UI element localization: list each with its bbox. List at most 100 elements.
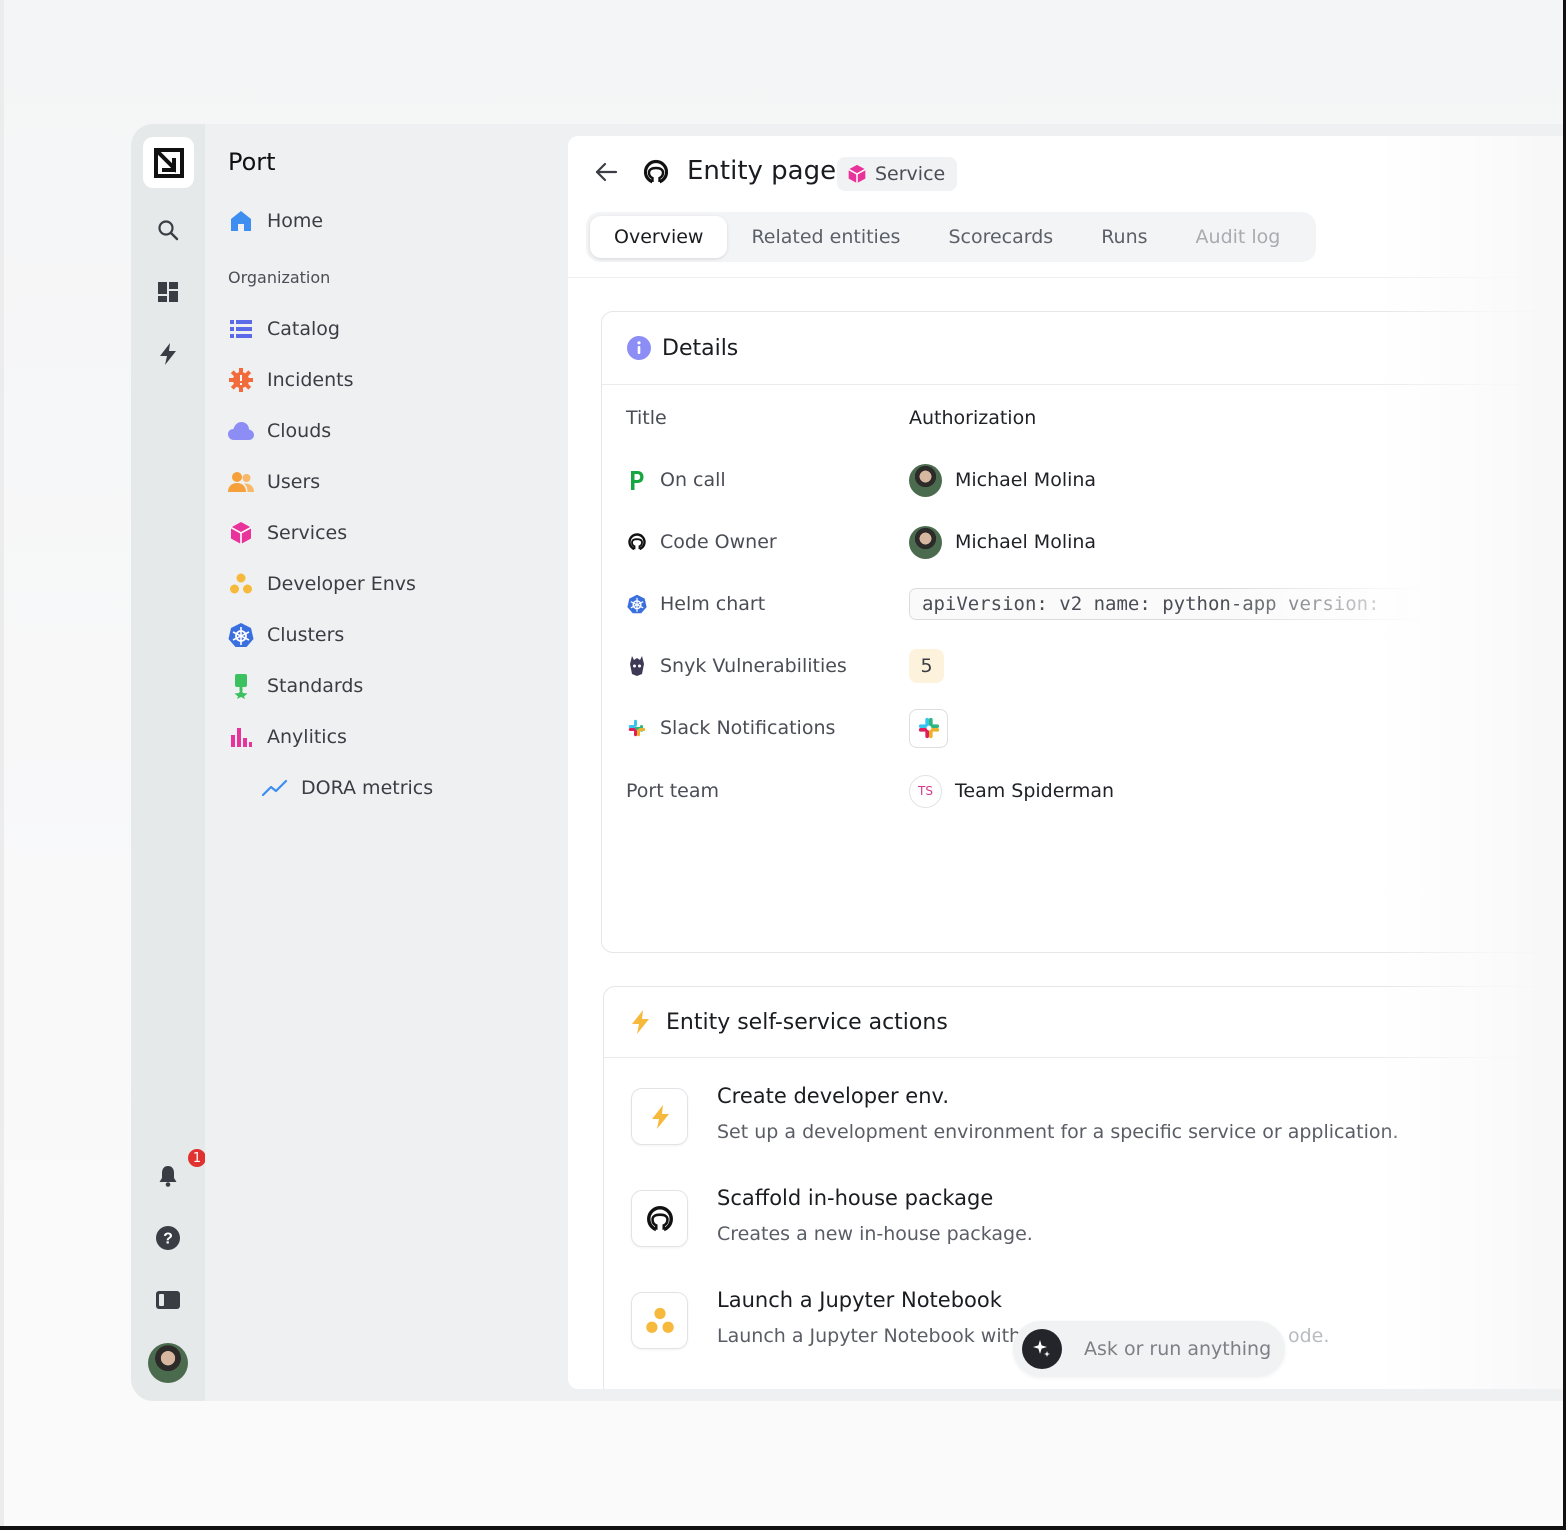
page-header: Entity page Service Overview Related ent… <box>568 136 1566 278</box>
vulnerability-count: 5 <box>909 649 944 683</box>
details-header: Details <box>602 312 1566 385</box>
cube-icon <box>228 520 254 546</box>
search-icon[interactable] <box>150 212 186 248</box>
detail-value[interactable]: Michael Molina <box>955 531 1096 553</box>
sidebar-item-incidents[interactable]: Incidents <box>228 365 354 395</box>
action-description-fragment: ode. <box>1288 1325 1330 1347</box>
sidebar-item-label: Anylitics <box>267 726 347 748</box>
sidebar-item-developer-envs[interactable]: Developer Envs <box>228 569 416 599</box>
main-panel: Entity page Service Overview Related ent… <box>568 136 1566 1389</box>
list-icon <box>228 316 254 342</box>
action-description: Set up a development environment for a s… <box>717 1121 1399 1143</box>
sidebar-section-title: Organization <box>228 268 331 287</box>
tab-related-entities[interactable]: Related entities <box>727 216 924 258</box>
sidebar-item-label: Standards <box>267 675 364 697</box>
sidebar-item-services[interactable]: Services <box>228 518 347 548</box>
bar-chart-icon <box>228 724 254 750</box>
user-avatar <box>909 525 942 559</box>
notifications-bell-icon[interactable]: 1 <box>150 1147 208 1194</box>
pagerduty-icon <box>626 469 648 491</box>
sidebar-item-label: DORA metrics <box>301 777 434 799</box>
sparkle-icon <box>1022 1329 1062 1369</box>
dashboard-icon[interactable] <box>150 274 186 310</box>
details-card: Details Title Authorization On call Mich… <box>601 311 1566 953</box>
ask-input-placeholder[interactable]: Ask or run anything <box>1084 1338 1271 1360</box>
detail-value[interactable]: Michael Molina <box>955 469 1096 491</box>
tab-overview[interactable]: Overview <box>590 216 728 258</box>
actions-header: Entity self-service actions <box>604 987 1566 1058</box>
slack-icon <box>626 717 648 739</box>
detail-label: On call <box>660 469 726 491</box>
tab-bar: Overview Related entities Scorecards Run… <box>586 212 1316 262</box>
sidebar: Port Home Organization Catalog Incidents… <box>205 124 567 1401</box>
action-title: Scaffold in-house package <box>717 1186 994 1210</box>
detail-row-helm-chart: Helm chart apiVersion: v2 name: python-a… <box>602 584 1566 624</box>
slack-link-button[interactable] <box>909 708 948 748</box>
sidebar-item-label: Clusters <box>267 624 345 646</box>
sidebar-item-users[interactable]: Users <box>228 467 320 497</box>
github-icon <box>631 1190 688 1247</box>
user-avatar <box>909 463 942 497</box>
dots-icon <box>631 1292 688 1349</box>
sidebar-toggle-icon[interactable] <box>150 1282 186 1318</box>
detail-value: Authorization <box>909 407 1037 429</box>
lightning-icon <box>628 1009 652 1035</box>
detail-row-on-call: On call Michael Molina <box>602 460 1566 500</box>
sidebar-item-clouds[interactable]: Clouds <box>228 416 331 446</box>
sidebar-item-standards[interactable]: Standards <box>228 671 363 701</box>
github-icon <box>626 531 648 553</box>
cube-icon <box>847 164 867 184</box>
app-window: 1 ? Port Home Organization Catalog Incid… <box>131 124 1566 1401</box>
actions-title: Entity self-service actions <box>666 1009 948 1035</box>
detail-row-code-owner: Code Owner Michael Molina <box>602 522 1566 562</box>
app-name: Port <box>228 148 276 176</box>
lightning-icon <box>631 1088 688 1145</box>
tab-scorecards[interactable]: Scorecards <box>924 216 1077 258</box>
detail-row-title: Title Authorization <box>602 398 1566 438</box>
detail-value[interactable]: Team Spiderman <box>955 780 1114 802</box>
info-icon <box>627 336 651 360</box>
tab-audit-log[interactable]: Audit log <box>1172 216 1305 258</box>
user-avatar[interactable] <box>148 1343 188 1383</box>
port-logo[interactable] <box>143 137 194 188</box>
sidebar-item-label: Home <box>267 210 324 232</box>
detail-label: Port team <box>626 780 719 802</box>
entity-kind-label: Service <box>875 163 946 185</box>
action-item[interactable]: Create developer env. Set up a developme… <box>631 1084 1531 1164</box>
help-icon[interactable]: ? <box>150 1220 186 1256</box>
home-icon <box>228 208 254 234</box>
sidebar-item-label: Users <box>267 471 321 493</box>
back-arrow-icon[interactable] <box>592 158 620 186</box>
detail-row-snyk: Snyk Vulnerabilities 5 <box>602 646 1566 686</box>
sidebar-item-anylitics[interactable]: Anylitics <box>228 722 347 752</box>
sidebar-item-clusters[interactable]: Clusters <box>228 620 344 650</box>
sidebar-item-catalog[interactable]: Catalog <box>228 314 340 344</box>
sidebar-subitem-dora-metrics[interactable]: DORA metrics <box>262 773 433 803</box>
helm-chart-code[interactable]: apiVersion: v2 name: python-app version: <box>909 588 1429 620</box>
cloud-icon <box>228 418 254 444</box>
sidebar-item-label: Catalog <box>267 318 340 340</box>
sidebar-item-label: Services <box>267 522 348 544</box>
action-title: Create developer env. <box>717 1084 949 1108</box>
slack-icon <box>918 717 940 739</box>
details-title: Details <box>662 335 739 361</box>
lightning-icon[interactable] <box>150 336 186 372</box>
detail-row-port-team: Port team TS Team Spiderman <box>602 771 1566 811</box>
github-icon <box>642 158 670 186</box>
detail-label: Snyk Vulnerabilities <box>660 655 847 677</box>
ask-assistant-bar[interactable]: Ask or run anything <box>1013 1321 1285 1377</box>
sidebar-item-label: Incidents <box>267 369 354 391</box>
users-icon <box>228 469 254 495</box>
trend-line-icon <box>262 775 288 801</box>
medal-icon <box>228 673 254 699</box>
action-title: Launch a Jupyter Notebook <box>717 1288 1002 1312</box>
detail-label: Helm chart <box>660 593 766 615</box>
action-description: Launch a Jupyter Notebook withi <box>717 1325 1027 1347</box>
kubernetes-icon <box>228 622 254 648</box>
action-item[interactable]: Scaffold in-house package Creates a new … <box>631 1186 1531 1266</box>
team-initials: TS <box>909 774 942 808</box>
sidebar-item-home[interactable]: Home <box>228 206 323 236</box>
incident-gear-icon <box>228 367 254 393</box>
entity-kind-badge[interactable]: Service <box>837 157 958 191</box>
tab-runs[interactable]: Runs <box>1077 216 1171 258</box>
